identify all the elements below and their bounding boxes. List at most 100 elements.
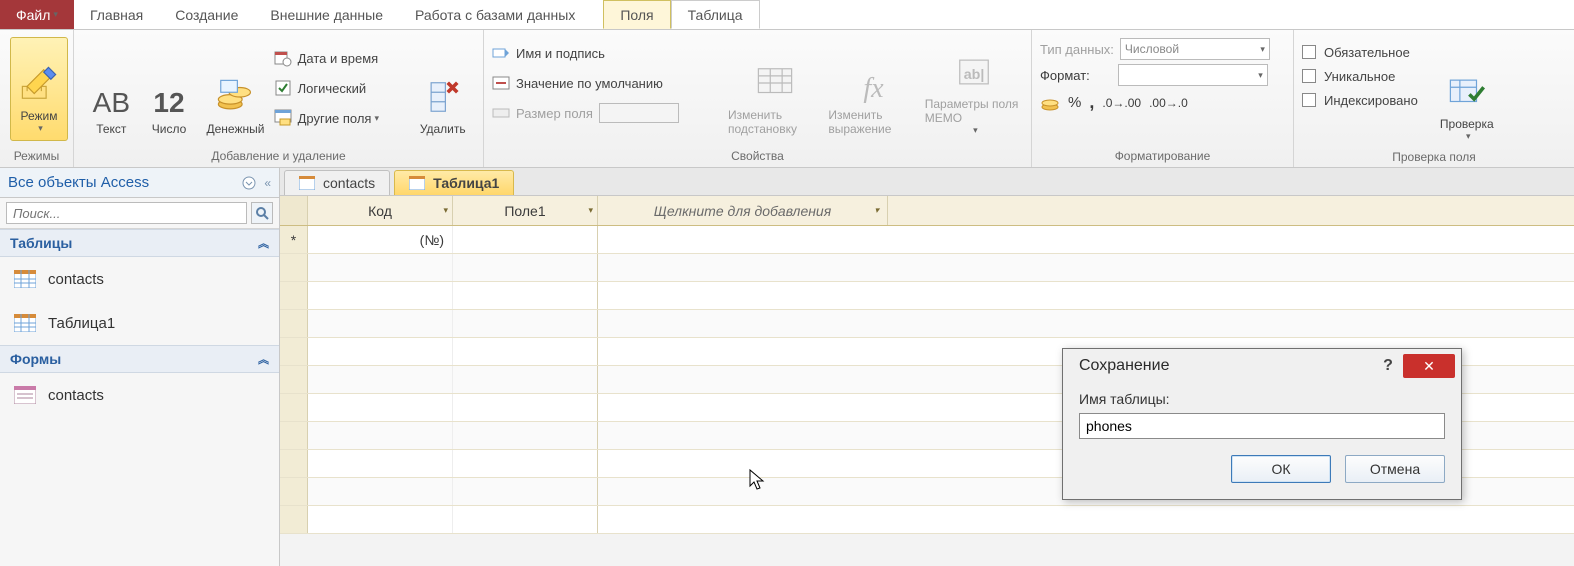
collapse-section-icon: ︽	[258, 351, 269, 367]
table-icon	[409, 176, 425, 190]
table-icon	[14, 314, 36, 332]
magnifier-icon	[255, 206, 269, 220]
column-header-id[interactable]: Код▾	[308, 196, 453, 225]
field-size-icon	[492, 104, 510, 122]
nav-section-tables[interactable]: Таблицы ︽	[0, 229, 279, 257]
field-size-input	[599, 103, 679, 123]
nav-table-table1[interactable]: Таблица1	[0, 301, 279, 345]
delete-column-icon	[424, 78, 462, 116]
file-menu[interactable]: Файл▾	[0, 0, 74, 29]
fx-icon: fx	[863, 70, 883, 108]
new-row-id-cell[interactable]: (№)	[308, 226, 453, 253]
format-label: Формат:	[1040, 68, 1090, 83]
table-name-input[interactable]	[1079, 413, 1445, 439]
calendar-clock-icon	[274, 49, 292, 67]
save-as-dialog: Сохранение ? ✕ Имя таблицы: ОК Отмена	[1062, 348, 1462, 500]
datasheet-new-row[interactable]: * (№)	[280, 226, 1574, 254]
nav-pane-header[interactable]: Все объекты Access «	[0, 168, 279, 198]
tab-fields[interactable]: Поля	[603, 0, 670, 29]
ribbon: Режим▾ Режимы AB Текст 12 Число Денежный…	[0, 30, 1574, 168]
group-label-properties: Свойства	[492, 147, 1023, 167]
validation-check-icon	[1448, 73, 1486, 111]
dialog-close-button[interactable]: ✕	[1403, 354, 1455, 378]
dialog-ok-button[interactable]: ОК	[1231, 455, 1331, 483]
percent-button[interactable]: %	[1068, 94, 1081, 111]
svg-text:ab|: ab|	[964, 67, 985, 83]
checkbox-icon	[274, 79, 292, 97]
column-header-add[interactable]: Щелкните для добавления▾	[598, 196, 888, 225]
dialog-cancel-button[interactable]: Отмена	[1345, 455, 1445, 483]
text-ab-icon: AB	[93, 84, 130, 122]
group-label-add-delete: Добавление и удаление	[82, 147, 475, 167]
name-caption-button[interactable]: Имя и подпись	[492, 40, 722, 66]
group-label-validation: Проверка поля	[1302, 148, 1566, 168]
group-modes: Режим▾ Режимы	[0, 30, 74, 167]
memo-params-button: ab| Параметры поля MEMO▾	[925, 34, 1023, 142]
currency-format-button[interactable]	[1040, 93, 1060, 113]
dropdown-circle-icon[interactable]	[242, 176, 256, 190]
doc-tab-table1[interactable]: Таблица1	[394, 170, 514, 195]
datasheet-empty-row	[280, 282, 1574, 310]
nav-section-forms[interactable]: Формы ︽	[0, 345, 279, 373]
group-formatting: Тип данных: Числовой▾ Формат: ▾ % , .0→.…	[1032, 30, 1294, 167]
nav-table-contacts[interactable]: contacts	[0, 257, 279, 301]
nav-search-row	[0, 198, 279, 229]
tab-home[interactable]: Главная	[74, 0, 159, 29]
unique-checkbox[interactable]: Уникальное	[1302, 64, 1418, 88]
format-combo[interactable]: ▾	[1118, 64, 1268, 86]
field-size-row: Размер поля	[492, 100, 722, 126]
number-12-icon: 12	[153, 84, 184, 122]
add-datetime-button[interactable]: Дата и время	[274, 45, 411, 71]
tab-table[interactable]: Таблица	[671, 0, 760, 29]
column-header-field1[interactable]: Поле1▾	[453, 196, 598, 225]
table-palette-icon	[274, 109, 292, 127]
modify-expression-button: fx Изменить выражение	[828, 34, 918, 142]
document-tabs: contacts Таблица1	[280, 168, 1574, 196]
menu-bar: Файл▾ Главная Создание Внешние данные Ра…	[0, 0, 1574, 30]
table-icon	[14, 270, 36, 288]
table-name-label: Имя таблицы:	[1079, 391, 1170, 407]
doc-tab-contacts[interactable]: contacts	[284, 170, 390, 195]
group-label-formatting: Форматирование	[1040, 147, 1285, 167]
add-logical-button[interactable]: Логический	[274, 75, 411, 101]
tab-external-data[interactable]: Внешние данные	[254, 0, 399, 29]
form-icon	[14, 386, 36, 404]
add-other-fields-button[interactable]: Другие поля▾	[274, 105, 411, 131]
collapse-section-icon: ︽	[258, 235, 269, 251]
dialog-help-button[interactable]: ?	[1373, 357, 1403, 375]
add-text-field-button[interactable]: AB Текст	[82, 34, 141, 142]
new-row-marker: *	[280, 226, 308, 253]
decrease-decimals-button[interactable]: .00→.0	[1149, 96, 1188, 110]
datasheet-empty-row	[280, 506, 1574, 534]
tab-database-tools[interactable]: Работа с базами данных	[399, 0, 591, 29]
table-icon	[299, 176, 315, 190]
default-value-button[interactable]: Значение по умолчанию	[492, 70, 722, 96]
nav-search-input[interactable]	[6, 202, 247, 224]
tag-icon	[492, 44, 510, 62]
navigation-pane: Все объекты Access « Таблицы ︽ contacts …	[0, 168, 280, 566]
lookup-table-icon	[756, 64, 794, 102]
delete-field-button[interactable]: Удалить	[410, 34, 475, 142]
validation-button[interactable]: Проверка▾	[1428, 40, 1506, 148]
nav-search-button[interactable]	[251, 202, 273, 224]
data-type-combo[interactable]: Числовой▾	[1120, 38, 1270, 60]
group-properties: Имя и подпись Значение по умолчанию Разм…	[484, 30, 1032, 167]
view-mode-button[interactable]: Режим▾	[10, 37, 68, 141]
new-row-field1-cell[interactable]	[453, 226, 598, 253]
required-checkbox[interactable]: Обязательное	[1302, 40, 1418, 64]
increase-decimals-button[interactable]: .0→.00	[1102, 96, 1141, 110]
tab-create[interactable]: Создание	[159, 0, 254, 29]
collapse-pane-icon[interactable]: «	[264, 176, 271, 190]
thousands-button[interactable]: ,	[1089, 92, 1094, 113]
modify-lookup-button: Изменить подстановку	[728, 34, 822, 142]
dialog-title-text: Сохранение	[1079, 357, 1169, 375]
group-validation: Обязательное Уникальное Индексировано Пр…	[1294, 30, 1574, 167]
data-type-label: Тип данных:	[1040, 42, 1114, 57]
indexed-checkbox[interactable]: Индексировано	[1302, 88, 1418, 112]
add-number-field-button[interactable]: 12 Число	[141, 34, 198, 142]
add-currency-field-button[interactable]: Денежный	[197, 34, 273, 142]
group-add-delete: AB Текст 12 Число Денежный Дата и время …	[74, 30, 484, 167]
row-selector-header[interactable]	[280, 196, 308, 225]
nav-form-contacts[interactable]: contacts	[0, 373, 279, 417]
dialog-titlebar: Сохранение ? ✕	[1063, 349, 1461, 383]
